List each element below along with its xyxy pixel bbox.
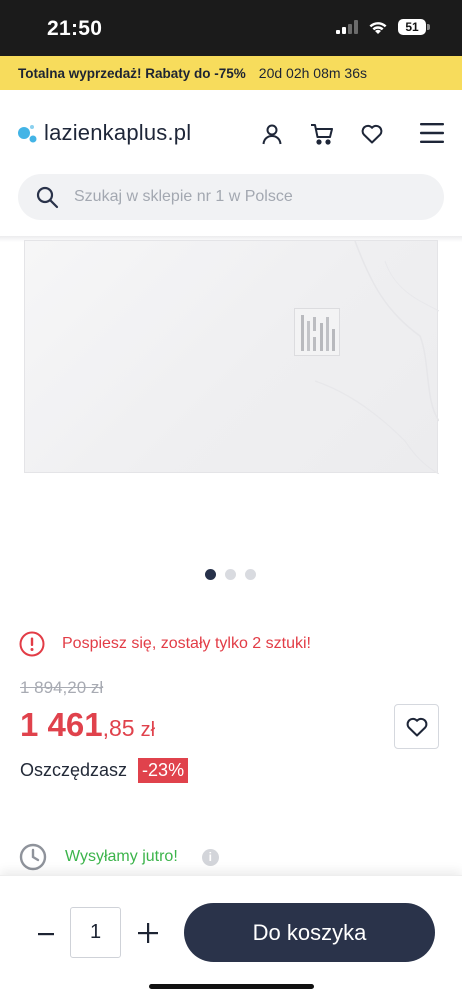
product-image[interactable] bbox=[24, 240, 439, 474]
price-cents: ,85 bbox=[102, 715, 135, 741]
promo-banner[interactable]: Totalna wyprzedaż! Rabaty do -75% 20d 02… bbox=[0, 56, 462, 90]
price-main: 1 461 bbox=[20, 706, 103, 743]
status-time: 21:50 bbox=[47, 17, 103, 40]
cart-button[interactable] bbox=[308, 120, 336, 148]
gallery-dot[interactable] bbox=[245, 569, 256, 580]
product-page: 21:50 51 Totalna wyprzedaż! Rabaty do -7… bbox=[0, 0, 462, 999]
plus-icon bbox=[138, 923, 158, 943]
heart-icon bbox=[361, 124, 383, 144]
gallery-dot[interactable] bbox=[225, 569, 236, 580]
quantity-input[interactable] bbox=[70, 907, 121, 958]
promo-timer: 20d 02h 08m 36s bbox=[258, 65, 367, 81]
old-price: 1 894,20 zł bbox=[20, 678, 104, 697]
account-button[interactable] bbox=[258, 120, 286, 148]
gallery-dots bbox=[205, 569, 256, 580]
promo-text: Totalna wyprzedaż! Rabaty do -75% bbox=[18, 65, 246, 81]
current-price: 1 461 ,85 zł bbox=[20, 706, 155, 744]
battery-level: 51 bbox=[398, 19, 426, 35]
shipping-info: Wysyłamy jutro! i bbox=[19, 843, 219, 871]
logo[interactable]: lazienkaplus.pl bbox=[17, 120, 191, 146]
stock-warning: Pospiesz się, zostały tylko 2 sztuki! bbox=[19, 631, 311, 657]
add-to-cart-button[interactable]: Do koszyka bbox=[184, 903, 435, 962]
add-to-cart-bar: Do koszyka bbox=[0, 875, 462, 999]
search-bar[interactable] bbox=[18, 174, 444, 220]
stock-warning-text: Pospiesz się, zostały tylko 2 sztuki! bbox=[62, 635, 311, 652]
cart-icon bbox=[311, 124, 333, 145]
alert-icon bbox=[19, 631, 45, 657]
clock-icon bbox=[19, 843, 47, 871]
status-icons: 51 bbox=[336, 19, 430, 35]
status-bar: 21:50 51 bbox=[0, 0, 462, 56]
signal-icon bbox=[336, 20, 358, 34]
quantity-decrease-button[interactable] bbox=[35, 923, 57, 945]
drain-cover bbox=[294, 308, 340, 356]
savings-label: Oszczędzasz bbox=[20, 760, 128, 780]
header-icons bbox=[258, 120, 386, 148]
add-to-wishlist-button[interactable] bbox=[394, 704, 439, 749]
quantity-increase-button[interactable] bbox=[137, 922, 159, 944]
info-icon[interactable]: i bbox=[201, 848, 219, 866]
shipping-text: Wysyłamy jutro! bbox=[65, 848, 178, 865]
logo-text: lazienkaplus.pl bbox=[44, 120, 192, 145]
home-indicator bbox=[149, 984, 314, 989]
user-icon bbox=[262, 124, 282, 145]
savings: Oszczędzasz -23% bbox=[20, 758, 189, 783]
search-icon bbox=[36, 186, 59, 209]
site-header: lazienkaplus.pl bbox=[0, 90, 462, 175]
minus-icon bbox=[38, 932, 54, 935]
stone-texture bbox=[314, 241, 439, 474]
wishlist-button[interactable] bbox=[358, 120, 386, 148]
heart-icon bbox=[406, 717, 427, 736]
logo-drops-icon bbox=[18, 125, 37, 143]
discount-badge: -23% bbox=[138, 758, 189, 783]
menu-icon[interactable] bbox=[418, 120, 446, 146]
battery-icon: 51 bbox=[398, 19, 430, 35]
gallery-dot[interactable] bbox=[205, 569, 216, 580]
wifi-icon bbox=[369, 21, 387, 34]
price-currency: zł bbox=[140, 719, 156, 741]
search-input[interactable] bbox=[74, 188, 414, 206]
